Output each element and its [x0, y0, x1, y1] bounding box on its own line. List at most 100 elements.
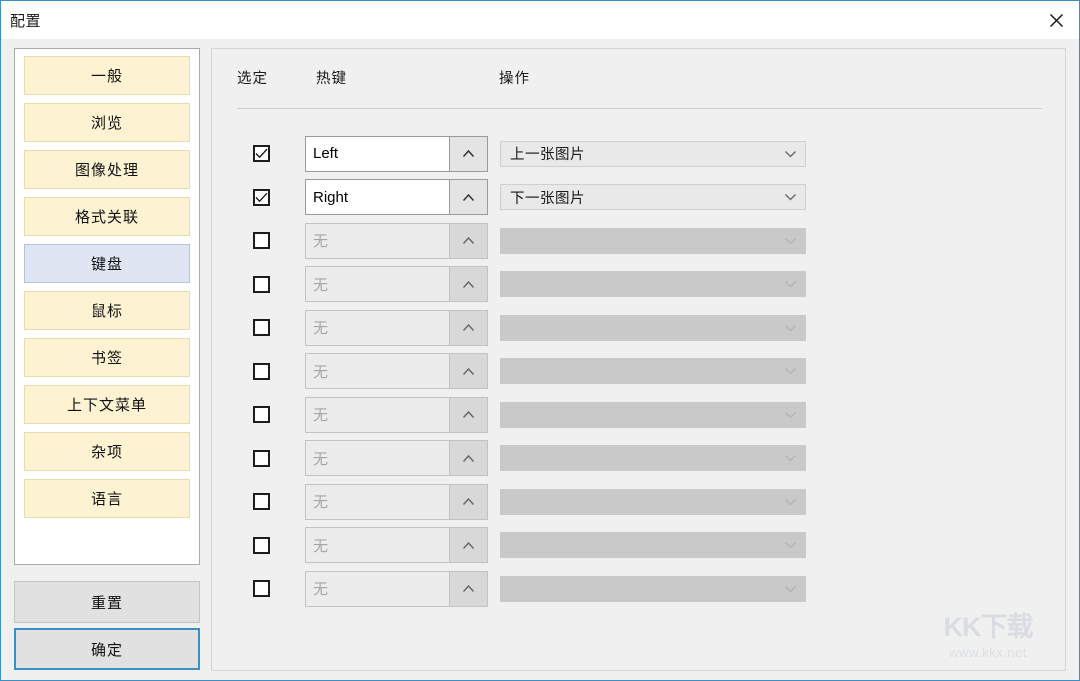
row-checkbox-6[interactable] — [253, 406, 270, 423]
hotkey-field-1: Right — [305, 179, 488, 215]
hotkey-input-3[interactable]: 无 — [305, 266, 449, 302]
hotkey-spin-up-button-10[interactable] — [449, 571, 488, 607]
action-select-1[interactable]: 下一张图片 — [500, 184, 806, 210]
action-select-3[interactable] — [500, 271, 806, 297]
hotkey-rows: Left上一张图片Right下一张图片无无无无无无无无无 — [212, 132, 1065, 611]
action-select-value: 上一张图片 — [510, 143, 784, 164]
sidebar-item-label: 杂项 — [91, 441, 123, 462]
chevron-down-icon — [784, 411, 797, 419]
row-checkbox-7[interactable] — [253, 450, 270, 467]
sidebar-item-9[interactable]: 语言 — [24, 479, 190, 518]
chevron-up-icon — [462, 236, 475, 245]
hotkey-spin-up-button-4[interactable] — [449, 310, 488, 346]
watermark-logo: KK下载 — [944, 614, 1033, 641]
hotkey-spin-up-button-2[interactable] — [449, 223, 488, 259]
action-select-10[interactable] — [500, 576, 806, 602]
row-checkbox-1[interactable] — [253, 189, 270, 206]
chevron-down-icon — [784, 280, 797, 288]
row-checkbox-9[interactable] — [253, 537, 270, 554]
chevron-up-icon — [462, 367, 475, 376]
chevron-up-icon — [462, 323, 475, 332]
hotkey-input-2[interactable]: 无 — [305, 223, 449, 259]
row-checkbox-2[interactable] — [253, 232, 270, 249]
row-checkbox-8[interactable] — [253, 493, 270, 510]
row-checkbox-5[interactable] — [253, 363, 270, 380]
ok-button-label: 确定 — [91, 639, 123, 660]
hotkey-field-6: 无 — [305, 397, 488, 433]
hotkey-input-0[interactable]: Left — [305, 136, 449, 172]
ok-button[interactable]: 确定 — [14, 628, 200, 670]
hotkey-field-5: 无 — [305, 353, 488, 389]
chevron-up-icon — [462, 584, 475, 593]
sidebar-item-label: 书签 — [91, 347, 123, 368]
hotkey-input-5[interactable]: 无 — [305, 353, 449, 389]
action-select-2[interactable] — [500, 228, 806, 254]
hotkey-field-0: Left — [305, 136, 488, 172]
sidebar-item-1[interactable]: 浏览 — [24, 103, 190, 142]
config-dialog: 配置 一般浏览图像处理格式关联键盘鼠标书签上下文菜单杂项语言 重置 确定 选定 … — [0, 0, 1080, 681]
sidebar-item-7[interactable]: 上下文菜单 — [24, 385, 190, 424]
action-select-8[interactable] — [500, 489, 806, 515]
hotkey-field-4: 无 — [305, 310, 488, 346]
hotkey-field-10: 无 — [305, 571, 488, 607]
reset-button[interactable]: 重置 — [14, 581, 200, 623]
sidebar-item-label: 一般 — [91, 65, 123, 86]
hotkey-spin-up-button-3[interactable] — [449, 266, 488, 302]
row-checkbox-0[interactable] — [253, 145, 270, 162]
chevron-down-icon — [784, 498, 797, 506]
chevron-down-icon — [784, 367, 797, 375]
table-row: 无 — [212, 567, 1065, 611]
sidebar-item-2[interactable]: 图像处理 — [24, 150, 190, 189]
sidebar-item-0[interactable]: 一般 — [24, 56, 190, 95]
hotkey-input-10[interactable]: 无 — [305, 571, 449, 607]
action-select-6[interactable] — [500, 402, 806, 428]
hotkey-input-7[interactable]: 无 — [305, 440, 449, 476]
sidebar: 一般浏览图像处理格式关联键盘鼠标书签上下文菜单杂项语言 — [14, 48, 200, 575]
column-header-select: 选定 — [237, 67, 268, 88]
action-select-0[interactable]: 上一张图片 — [500, 141, 806, 167]
action-select-value: 下一张图片 — [510, 187, 784, 208]
hotkey-field-7: 无 — [305, 440, 488, 476]
action-select-4[interactable] — [500, 315, 806, 341]
column-header-hotkey: 热键 — [316, 67, 347, 88]
table-row: 无 — [212, 219, 1065, 263]
table-row: 无 — [212, 393, 1065, 437]
row-checkbox-4[interactable] — [253, 319, 270, 336]
hotkey-input-9[interactable]: 无 — [305, 527, 449, 563]
hotkey-spin-up-button-7[interactable] — [449, 440, 488, 476]
hotkey-input-4[interactable]: 无 — [305, 310, 449, 346]
hotkey-field-9: 无 — [305, 527, 488, 563]
sidebar-item-label: 浏览 — [91, 112, 123, 133]
hotkey-spin-up-button-6[interactable] — [449, 397, 488, 433]
close-button[interactable] — [1033, 1, 1079, 39]
sidebar-item-3[interactable]: 格式关联 — [24, 197, 190, 236]
sidebar-item-5[interactable]: 鼠标 — [24, 291, 190, 330]
chevron-down-icon — [784, 193, 797, 201]
hotkey-spin-up-button-5[interactable] — [449, 353, 488, 389]
table-row: Left 上一张图片 — [212, 132, 1065, 176]
hotkey-spin-up-button-0[interactable] — [449, 136, 488, 172]
header-divider — [237, 108, 1042, 109]
sidebar-item-label: 键盘 — [91, 253, 123, 274]
table-row: 无 — [212, 263, 1065, 307]
sidebar-item-6[interactable]: 书签 — [24, 338, 190, 377]
column-header-action: 操作 — [499, 67, 530, 88]
row-checkbox-3[interactable] — [253, 276, 270, 293]
hotkey-spin-up-button-9[interactable] — [449, 527, 488, 563]
hotkey-input-6[interactable]: 无 — [305, 397, 449, 433]
sidebar-item-8[interactable]: 杂项 — [24, 432, 190, 471]
sidebar-item-4[interactable]: 键盘 — [24, 244, 190, 283]
action-select-5[interactable] — [500, 358, 806, 384]
hotkey-input-8[interactable]: 无 — [305, 484, 449, 520]
hotkey-spin-up-button-1[interactable] — [449, 179, 488, 215]
hotkey-spin-up-button-8[interactable] — [449, 484, 488, 520]
chevron-up-icon — [462, 149, 475, 158]
row-checkbox-10[interactable] — [253, 580, 270, 597]
chevron-down-icon — [784, 541, 797, 549]
reset-button-label: 重置 — [91, 592, 123, 613]
action-select-9[interactable] — [500, 532, 806, 558]
close-icon — [1049, 13, 1064, 28]
hotkey-input-1[interactable]: Right — [305, 179, 449, 215]
action-select-7[interactable] — [500, 445, 806, 471]
chevron-down-icon — [784, 150, 797, 158]
